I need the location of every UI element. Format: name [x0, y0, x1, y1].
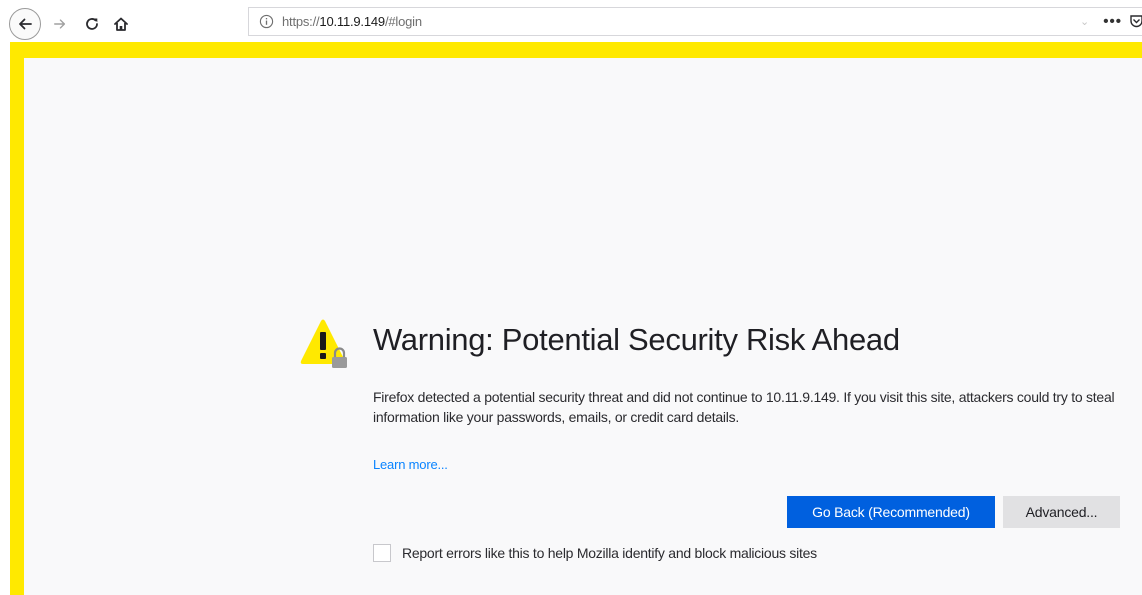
report-errors-checkbox[interactable]: [373, 544, 391, 562]
pocket-icon[interactable]: [1130, 14, 1142, 29]
url-scheme: https://: [282, 14, 320, 29]
learn-more-link[interactable]: Learn more...: [373, 457, 448, 472]
url-text[interactable]: https://10.11.9.149/#login: [282, 14, 422, 29]
home-button[interactable]: [109, 12, 133, 36]
page-title: Warning: Potential Security Risk Ahead: [373, 322, 900, 357]
info-icon[interactable]: [259, 14, 274, 29]
forward-button[interactable]: [48, 12, 72, 36]
browser-toolbar: https://10.11.9.149/#login ⌄ •••: [0, 0, 1142, 44]
forward-arrow-icon: [54, 19, 66, 29]
home-icon: [114, 17, 128, 31]
url-bar[interactable]: https://10.11.9.149/#login ⌄ •••: [248, 7, 1142, 36]
warning-description: Firefox detected a potential security th…: [373, 389, 1115, 425]
url-host: 10.11.9.149: [319, 14, 385, 29]
report-errors-row: Report errors like this to help Mozilla …: [373, 544, 817, 562]
warning-lock-icon: [300, 319, 347, 368]
reload-button[interactable]: [80, 12, 104, 36]
more-icon[interactable]: •••: [1103, 13, 1122, 30]
back-button[interactable]: [9, 8, 41, 40]
url-actions: ⌄ •••: [1080, 8, 1142, 35]
back-arrow-icon: [19, 18, 32, 30]
reload-icon: [86, 18, 98, 30]
url-path: /#login: [384, 14, 422, 29]
advanced-button[interactable]: Advanced...: [1003, 496, 1120, 528]
go-back-button[interactable]: Go Back (Recommended): [787, 496, 995, 528]
chevron-down-icon[interactable]: ⌄: [1080, 15, 1089, 28]
report-errors-label[interactable]: Report errors like this to help Mozilla …: [402, 545, 817, 561]
